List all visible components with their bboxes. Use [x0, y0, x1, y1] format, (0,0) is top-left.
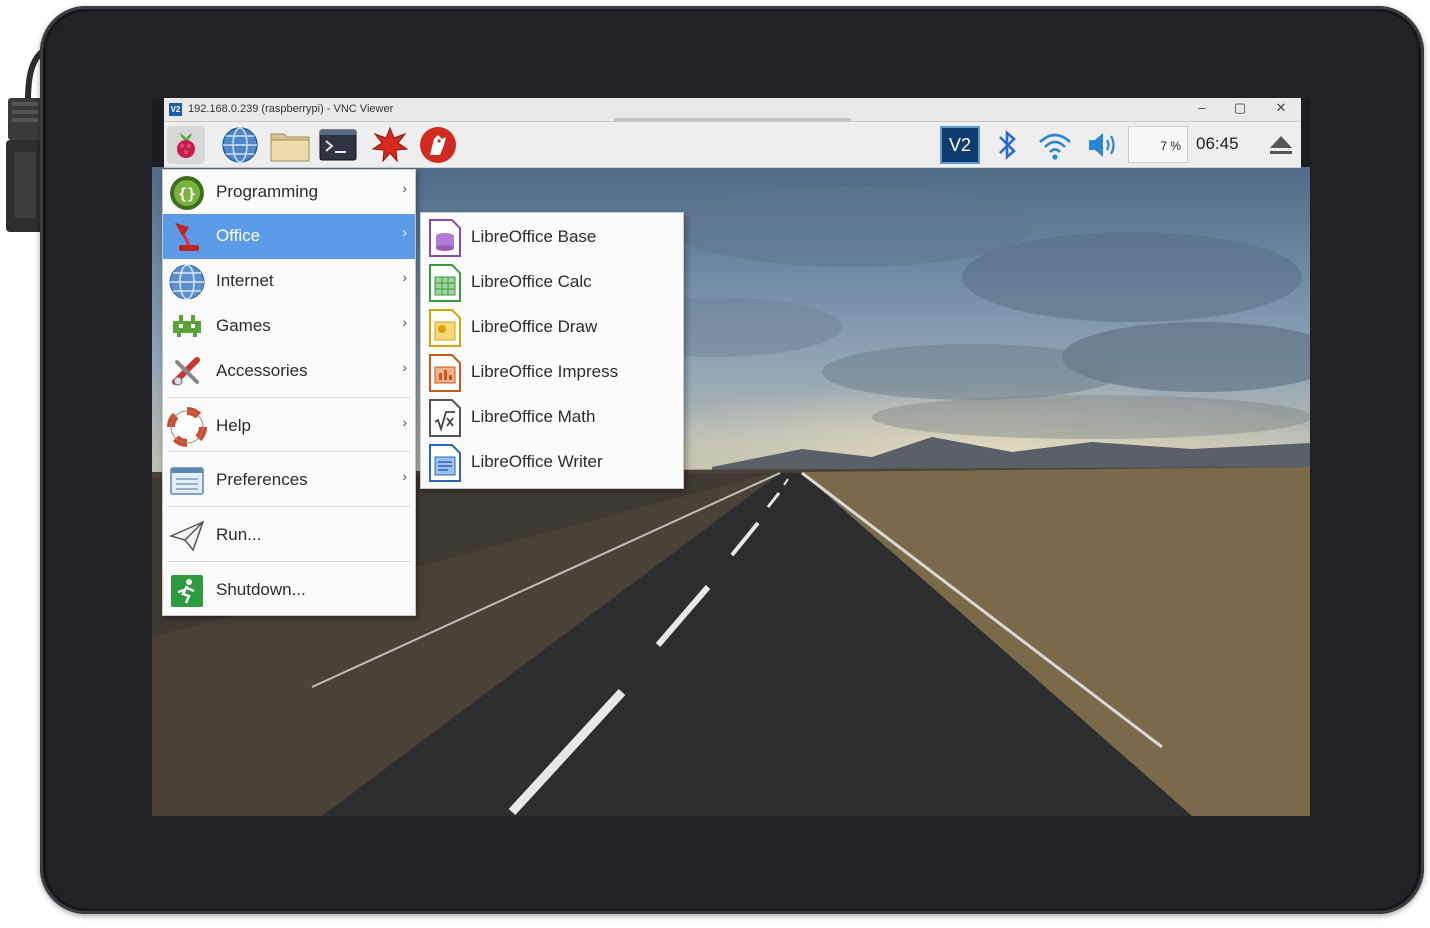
shutdown-icon [171, 575, 203, 607]
menu-separator [167, 506, 411, 507]
preferences-icon [170, 467, 204, 495]
eject-icon[interactable] [1266, 126, 1296, 169]
menu-item-help[interactable]: Help › [163, 404, 415, 449]
menu-item-preferences[interactable]: Preferences › [163, 458, 415, 503]
menu-separator [167, 561, 411, 562]
menu-item-label: Office [216, 226, 261, 245]
submenu-item-libreoffice-impress[interactable]: LibreOffice Impress [421, 350, 683, 394]
libreoffice-calc-icon [429, 264, 461, 302]
games-icon [173, 315, 201, 337]
svg-text:{}: {} [178, 185, 196, 203]
raspberry-menu-icon[interactable] [166, 125, 206, 165]
chevron-right-icon: › [402, 414, 407, 430]
bluetooth-icon[interactable] [992, 126, 1022, 169]
chevron-right-icon: › [402, 468, 407, 484]
help-icon [167, 407, 207, 447]
submenu-item-libreoffice-math[interactable]: LibreOffice Math [421, 395, 683, 439]
internet-icon [169, 264, 205, 300]
submenu-item-label: LibreOffice Math [471, 407, 596, 426]
maximize-icon[interactable]: ▢ [1230, 100, 1250, 116]
vnc-server-label: V2 [948, 135, 972, 155]
wifi-icon[interactable] [1036, 126, 1074, 169]
menu-item-label: Help [216, 416, 251, 435]
file-manager-icon[interactable] [268, 125, 310, 165]
clock[interactable]: 06:45 [1196, 134, 1239, 154]
libreoffice-math-icon [429, 399, 461, 437]
menu-item-label: Internet [216, 271, 274, 290]
menu-item-internet[interactable]: Internet › [163, 259, 415, 304]
close-icon[interactable]: ✕ [1271, 100, 1291, 116]
chevron-right-icon: › [402, 359, 407, 375]
menu-item-games[interactable]: Games › [163, 304, 415, 349]
libreoffice-base-icon [429, 219, 461, 257]
office-icon [175, 223, 199, 251]
menu-item-shutdown[interactable]: Shutdown... [163, 568, 415, 613]
vnc-logo: V2 [169, 103, 182, 116]
vnc-title-bar: V2 192.168.0.239 (raspberrypi) - VNC Vie… [164, 98, 1301, 122]
run-icon [168, 520, 205, 552]
menu-separator [167, 397, 411, 398]
minimize-icon[interactable]: – [1192, 100, 1212, 115]
office-submenu: LibreOffice Base LibreOffice Calc LibreO… [420, 212, 684, 489]
web-browser-icon[interactable] [220, 125, 260, 165]
mathematica-icon[interactable] [370, 125, 410, 165]
submenu-item-label: LibreOffice Impress [471, 362, 619, 381]
submenu-item-label: LibreOffice Base [471, 227, 597, 246]
menu-item-label: Games [216, 316, 271, 335]
libreoffice-draw-icon [429, 309, 461, 347]
menu-item-run[interactable]: Run... [163, 513, 415, 558]
menu-item-label: Programming [216, 182, 319, 201]
menu-item-programming[interactable]: {} Programming › [163, 170, 415, 215]
menu-item-office[interactable]: Office › [163, 214, 415, 259]
screen: V2 192.168.0.239 (raspberrypi) - VNC Vie… [152, 98, 1310, 816]
chevron-right-icon: › [402, 224, 407, 240]
libreoffice-impress-icon [429, 354, 461, 392]
submenu-item-label: LibreOffice Draw [471, 317, 598, 336]
menu-item-label: Run... [216, 525, 262, 544]
libreoffice-writer-icon [429, 444, 461, 482]
terminal-icon[interactable] [318, 125, 358, 165]
menu-separator [167, 451, 411, 452]
submenu-item-label: LibreOffice Calc [471, 272, 592, 291]
chevron-right-icon: › [402, 269, 407, 285]
menu-item-label: Shutdown... [216, 580, 306, 599]
submenu-item-libreoffice-draw[interactable]: LibreOffice Draw [421, 305, 683, 349]
submenu-item-libreoffice-writer[interactable]: LibreOffice Writer [421, 440, 683, 484]
vnc-toolbar-handle[interactable] [614, 118, 851, 121]
window-title: 192.168.0.239 (raspberrypi) - VNC Viewer [188, 103, 394, 115]
application-menu: {} Programming › Office › Internet › Gam… [162, 169, 416, 616]
taskbar: V2 7 % 06:45 [164, 122, 1301, 168]
volume-icon[interactable] [1084, 126, 1122, 169]
submenu-item-libreoffice-base[interactable]: LibreOffice Base [421, 215, 683, 259]
chevron-right-icon: › [402, 180, 407, 196]
programming-icon: {} [170, 176, 204, 210]
wolfram-icon[interactable] [418, 125, 458, 165]
menu-item-label: Accessories [216, 361, 308, 380]
submenu-item-label: LibreOffice Writer [471, 452, 603, 471]
cpu-usage-monitor[interactable]: 7 % [1128, 126, 1188, 163]
menu-item-accessories[interactable]: Accessories › [163, 349, 415, 394]
vnc-server-icon[interactable]: V2 [940, 126, 980, 164]
accessories-icon [172, 357, 200, 386]
submenu-item-libreoffice-calc[interactable]: LibreOffice Calc [421, 260, 683, 304]
menu-item-label: Preferences [216, 470, 308, 489]
chevron-right-icon: › [402, 314, 407, 330]
